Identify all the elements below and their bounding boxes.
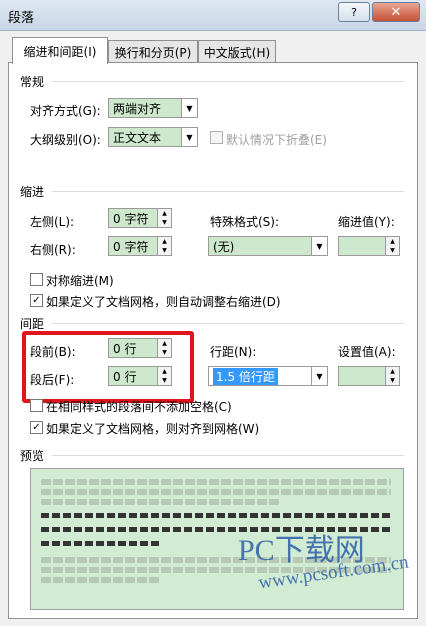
no-space-same-style-checkbox[interactable] — [30, 399, 43, 412]
outline-level-dropdown[interactable]: 正文文本 ▼ — [108, 127, 198, 147]
collapse-checkbox[interactable] — [210, 131, 223, 144]
chevron-down-icon: ▼ — [311, 367, 327, 385]
chevron-down-icon: ▼ — [181, 99, 197, 117]
left-indent-value: 0 字符 — [113, 211, 149, 226]
tab-line-page-breaks[interactable]: 换行和分页(P) — [108, 40, 198, 63]
mirror-indent-label: 对称缩进(M) — [46, 274, 114, 288]
left-indent-label: 左侧(L): — [30, 215, 75, 229]
line-spacing-dropdown[interactable]: 1.5 倍行距 ▼ — [208, 366, 328, 386]
spinner-buttons[interactable]: ▲ ▼ — [157, 237, 171, 255]
tab-indents-spacing[interactable]: 缩进和间距(I) — [12, 37, 108, 64]
line-spacing-at-spinner[interactable]: ▲ ▼ — [338, 366, 400, 386]
tab-asian-typography[interactable]: 中文版式(H) — [198, 40, 276, 63]
outline-level-value: 正文文本 — [113, 130, 162, 145]
preview-line — [41, 541, 161, 546]
general-divider — [52, 81, 404, 82]
spacing-divider — [52, 323, 404, 324]
spin-down-icon[interactable]: ▼ — [386, 376, 399, 385]
preview-line — [41, 577, 161, 583]
alignment-dropdown[interactable]: 两端对齐 ▼ — [108, 98, 198, 118]
close-icon: ✕ — [390, 4, 402, 20]
window-title: 段落 — [8, 11, 35, 26]
special-indent-dropdown[interactable]: (无) ▼ — [208, 236, 328, 256]
right-indent-label: 右侧(R): — [30, 243, 76, 257]
spin-up-icon[interactable]: ▲ — [386, 367, 399, 376]
alignment-label: 对齐方式(G): — [30, 104, 101, 118]
indent-amount-label: 缩进值(Y): — [338, 215, 395, 229]
left-indent-spinner[interactable]: 0 字符 ▲ ▼ — [108, 208, 172, 228]
title-bar: 段落 ? ✕ — [0, 0, 426, 31]
mirror-indent-checkbox[interactable] — [30, 273, 43, 286]
snap-to-grid-label: 如果定义了文档网格，则对齐到网格(W) — [46, 422, 260, 436]
line-spacing-at-label: 设置值(A): — [338, 345, 396, 359]
general-section-title: 常规 — [20, 75, 45, 89]
special-indent-value: (无) — [213, 239, 235, 254]
preview-divider — [52, 455, 404, 456]
spin-down-icon[interactable]: ▼ — [158, 246, 171, 255]
indent-divider — [52, 191, 404, 192]
collapse-label: 默认情况下折叠(E) — [226, 133, 327, 147]
indent-section-title: 缩进 — [20, 185, 45, 199]
spinner-buttons[interactable]: ▲ ▼ — [157, 209, 171, 227]
spin-up-icon[interactable]: ▲ — [158, 237, 171, 246]
help-button[interactable]: ? — [338, 2, 370, 22]
chevron-down-icon: ▼ — [311, 237, 327, 255]
special-indent-label: 特殊格式(S): — [210, 215, 280, 229]
auto-adjust-right-indent-checkbox[interactable]: ✓ — [30, 294, 43, 307]
line-spacing-label: 行距(N): — [210, 345, 257, 359]
close-button[interactable]: ✕ — [372, 2, 420, 22]
preview-section-title: 预览 — [20, 449, 45, 463]
right-indent-spinner[interactable]: 0 字符 ▲ ▼ — [108, 236, 172, 256]
highlight-annotation-box — [22, 331, 194, 403]
outline-level-label: 大纲级别(O): — [30, 133, 101, 147]
no-space-same-style-label: 在相同样式的段落间不添加空格(C) — [46, 400, 232, 414]
auto-adjust-right-indent-label: 如果定义了文档网格，则自动调整右缩进(D) — [46, 295, 281, 309]
right-indent-value: 0 字符 — [113, 239, 149, 254]
spin-down-icon[interactable]: ▼ — [386, 246, 399, 255]
snap-to-grid-checkbox[interactable]: ✓ — [30, 421, 43, 434]
indent-amount-spinner[interactable]: ▲ ▼ — [338, 236, 400, 256]
spacing-section-title: 间距 — [20, 317, 45, 331]
spinner-buttons[interactable]: ▲ ▼ — [385, 237, 399, 255]
help-icon: ? — [351, 5, 357, 19]
chevron-down-icon: ▼ — [181, 128, 197, 146]
checkmark-icon: ✓ — [32, 295, 41, 306]
preview-line — [41, 479, 391, 485]
preview-line — [41, 499, 281, 505]
spin-up-icon[interactable]: ▲ — [158, 209, 171, 218]
spin-down-icon[interactable]: ▼ — [158, 218, 171, 227]
checkmark-icon: ✓ — [32, 422, 41, 433]
spinner-buttons[interactable]: ▲ ▼ — [385, 367, 399, 385]
line-spacing-value: 1.5 倍行距 — [213, 367, 278, 385]
alignment-value: 两端对齐 — [113, 101, 162, 116]
spin-up-icon[interactable]: ▲ — [386, 237, 399, 246]
preview-line — [41, 489, 391, 495]
preview-line — [41, 513, 391, 518]
